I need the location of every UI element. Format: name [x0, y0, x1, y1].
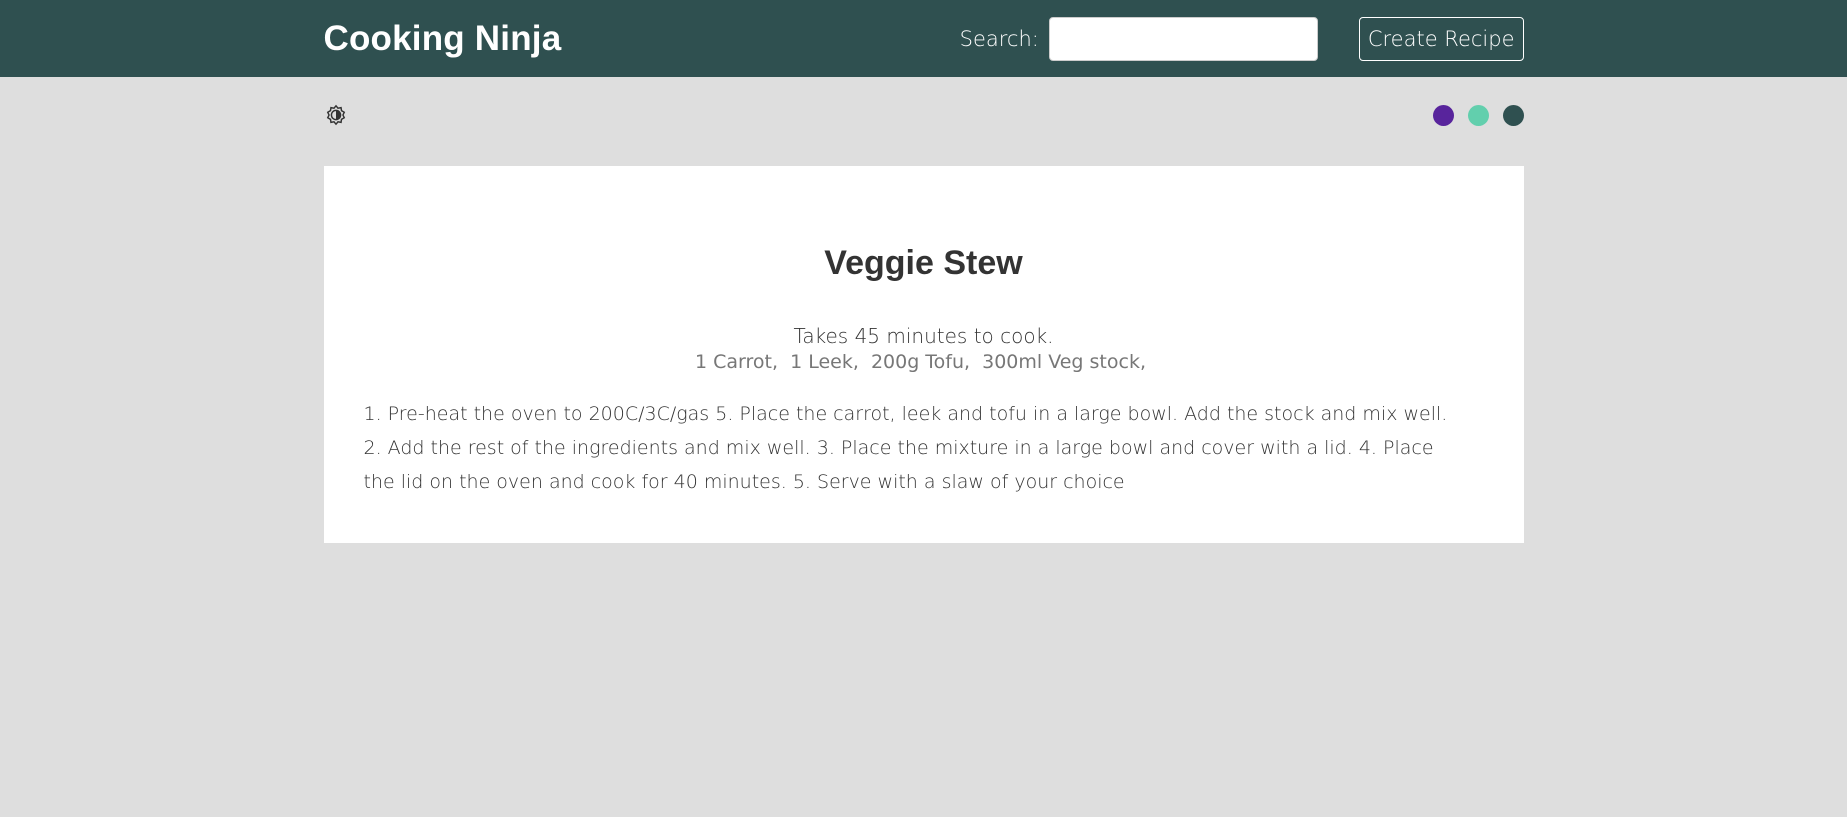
navbar-inner: Cooking Ninja Search: Create Recipe: [324, 0, 1524, 77]
swatch-teal[interactable]: [1467, 104, 1489, 126]
cooking-time: Takes 45 minutes to cook.: [793, 324, 1054, 348]
search-area: Search:: [959, 16, 1318, 61]
recipe-title: Veggie Stew: [824, 244, 1023, 282]
theme-color-swatches: [1432, 104, 1524, 126]
ingredient-item: 1 Leek,: [790, 351, 859, 373]
search-input[interactable]: [1048, 16, 1318, 61]
ingredient-item: 1 Carrot,: [695, 351, 779, 373]
ingredient-item: 300ml Veg stock,: [982, 351, 1146, 373]
create-recipe-button[interactable]: Create Recipe: [1358, 16, 1524, 61]
navbar: Cooking Ninja Search: Create Recipe: [0, 0, 1847, 77]
brightness-contrast-icon[interactable]: [324, 103, 348, 127]
ingredient-item: 200g Tofu,: [870, 351, 971, 373]
swatch-dark-green[interactable]: [1502, 104, 1524, 126]
recipe-method: 1. Pre-heat the oven to 200C/3C/gas 5. P…: [363, 403, 1448, 493]
swatch-purple[interactable]: [1432, 104, 1454, 126]
ingredients-list: 1 Carrot, 1 Leek, 200g Tofu, 300ml Veg s…: [364, 349, 1484, 375]
theme-toolbar: [324, 77, 1524, 143]
search-label: Search:: [959, 26, 1039, 51]
brand-logo-link[interactable]: Cooking Ninja: [324, 19, 562, 59]
recipe-card: Veggie Stew Takes 45 minutes to cook. 1 …: [323, 166, 1524, 543]
